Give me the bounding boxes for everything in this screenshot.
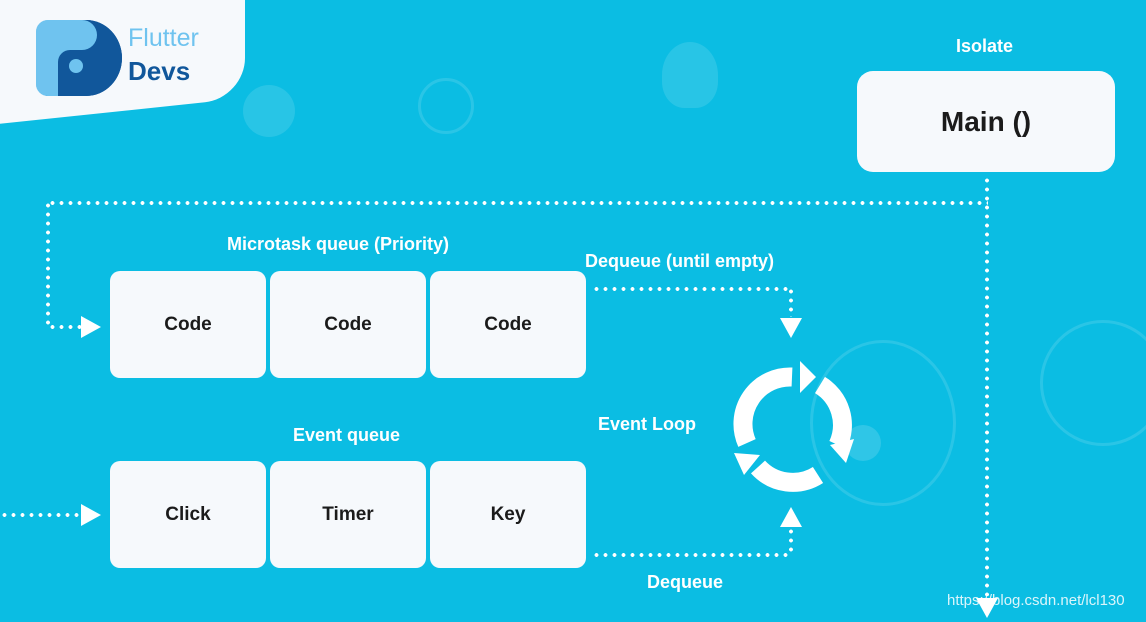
event-dequeue-connector-up (789, 527, 793, 555)
event-in-arrowhead (81, 504, 101, 526)
event-item: Click (110, 461, 266, 568)
logo-text-flutter: Flutter (128, 24, 199, 52)
event-dequeue-label: Dequeue (647, 572, 724, 592)
microtask-in-connector (48, 325, 82, 329)
event-item: Key (430, 461, 586, 568)
bg-circle-decoration (243, 85, 295, 137)
bg-gear-decoration (1040, 320, 1146, 446)
main-box: Main () (857, 71, 1115, 172)
event-dequeue-connector (592, 553, 792, 557)
main-down-connector (985, 176, 989, 596)
bg-bulb-decoration (418, 78, 474, 134)
watermark: https://blog.csdn.net/lcl130 (947, 592, 1125, 609)
event-loop-label: Event Loop (598, 414, 696, 434)
microtask-dequeue-arrowhead (780, 318, 802, 338)
microtask-in-arrowhead (81, 316, 101, 338)
event-in-connector (0, 513, 82, 517)
event-dequeue-arrowhead (780, 507, 802, 527)
top-return-connector (48, 201, 988, 205)
event-queue-title: Event queue (293, 425, 401, 445)
microtask-item: Code (110, 271, 266, 378)
event-loop-cycle-icon (733, 361, 854, 492)
microtask-item: Code (270, 271, 426, 378)
microtask-dequeue-connector (592, 287, 792, 291)
microtask-queue-title: Microtask queue (Priority) (227, 234, 450, 254)
bg-bulb-decoration (662, 42, 718, 108)
flutterdevs-logo-icon (36, 20, 122, 96)
microtask-dequeue-connector-down (789, 287, 793, 317)
event-item: Timer (270, 461, 426, 568)
isolate-label: Isolate (956, 36, 1014, 56)
microtask-dequeue-label: Dequeue (until empty) (585, 251, 775, 271)
logo-text-devs: Devs (128, 56, 191, 86)
microtask-item: Code (430, 271, 586, 378)
left-return-connector (46, 201, 50, 327)
